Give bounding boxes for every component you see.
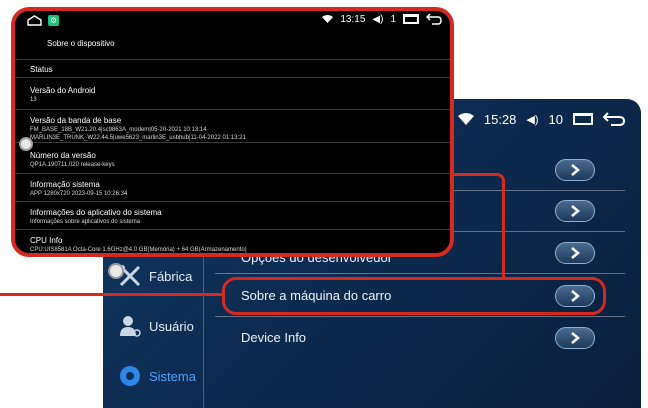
- sidebar-item-label: Usuário: [149, 318, 194, 334]
- user-gear-icon: [117, 313, 143, 339]
- back-icon[interactable]: [603, 111, 625, 127]
- list-item-system-apps[interactable]: Informações do aplicativo do sistema Inf…: [15, 201, 450, 229]
- sidebar-divider: [203, 249, 204, 408]
- item-value: QP1A.190711.020 release-keys: [30, 162, 115, 168]
- settings-app-icon: ⚙: [48, 15, 59, 26]
- home-icon[interactable]: [27, 15, 42, 26]
- chevron-right-icon[interactable]: [555, 159, 595, 181]
- page-title: Sobre o dispositivo: [47, 39, 115, 48]
- phone-time: 13:15: [340, 13, 366, 25]
- phone-volume: 1: [390, 13, 396, 25]
- volume-icon: ◀): [526, 113, 539, 126]
- list-item-cpu-info[interactable]: CPU Info CPU:UIS8581A Octa-Core 1.6GHz@4…: [15, 229, 450, 253]
- list-item-status[interactable]: Status: [15, 59, 450, 77]
- settings-row-device-info[interactable]: Device Info: [215, 321, 625, 359]
- item-title: Informação sistema: [30, 180, 100, 189]
- sidebar-item-label: Fábrica: [149, 268, 193, 284]
- row-label: Device Info: [241, 330, 307, 345]
- sidebar-item-label: Sistema: [149, 368, 196, 384]
- volume-icon: ◀): [372, 13, 384, 25]
- item-title: Versão da banda de base: [30, 116, 122, 125]
- recent-apps-icon[interactable]: [573, 113, 593, 125]
- car-time: 15:28: [483, 111, 517, 127]
- car-status-bar: 15:28 ◀) 10: [457, 107, 625, 131]
- indicator-dot: [19, 137, 33, 151]
- callout-highlight: [222, 277, 606, 315]
- item-title: Informações do aplicativo do sistema: [30, 208, 162, 217]
- list-item-android-version[interactable]: Versão do Android 13: [15, 77, 450, 109]
- recent-apps-icon[interactable]: [403, 14, 419, 24]
- settings-gear-icon: [117, 363, 143, 389]
- chevron-right-icon[interactable]: [555, 200, 595, 222]
- callout-connector: [455, 173, 505, 277]
- phone-status-bar: ⚙ 13:15 ◀) 1: [15, 11, 450, 31]
- wifi-icon: [457, 113, 474, 125]
- list-item-baseband[interactable]: Versão da banda de base FM_BASE_18B_W21.…: [15, 109, 450, 142]
- item-title: CPU Info: [30, 236, 63, 245]
- item-value: 13: [30, 97, 37, 103]
- item-title: Status: [30, 65, 53, 74]
- item-value: Informações sobre aplicativos do sistema: [30, 219, 141, 225]
- chevron-right-icon[interactable]: [555, 327, 595, 349]
- item-title: Número da versão: [30, 151, 96, 160]
- item-value: FM_BASE_18B_W21.20.4|sc9863A_modem|05-20…: [30, 127, 207, 133]
- list-item-build-number[interactable]: Número da versão QP1A.190711.020 release…: [15, 142, 450, 173]
- indicator-dot: [108, 263, 124, 279]
- sidebar-item-usuario[interactable]: Usuário: [103, 304, 203, 348]
- callout-line: [0, 293, 224, 296]
- item-value: MARLIN3E_TRUNK_W22.44.5|uwe5623_marlin3E…: [30, 135, 246, 141]
- wifi-icon: [322, 15, 334, 23]
- back-icon[interactable]: [426, 13, 442, 25]
- sidebar-item-sistema[interactable]: Sistema: [103, 354, 203, 398]
- car-volume: 10: [548, 111, 563, 127]
- about-list: Status Versão do Android 13 Versão da ba…: [15, 59, 450, 253]
- phone-about-screen: ⚙ 13:15 ◀) 1 Sobre o dispositivo Status …: [11, 7, 454, 257]
- chevron-right-icon[interactable]: [555, 242, 595, 264]
- list-item-system-info[interactable]: Informação sistema APP 1280x720 2023-09-…: [15, 173, 450, 201]
- item-value: APP 1280x720 2023-09-15 10:26:34: [30, 191, 128, 197]
- item-title: Versão do Android: [30, 86, 96, 95]
- item-value: CPU:UIS8581A Octa-Core 1.6GHz@4.0 GB(Mem…: [30, 247, 247, 253]
